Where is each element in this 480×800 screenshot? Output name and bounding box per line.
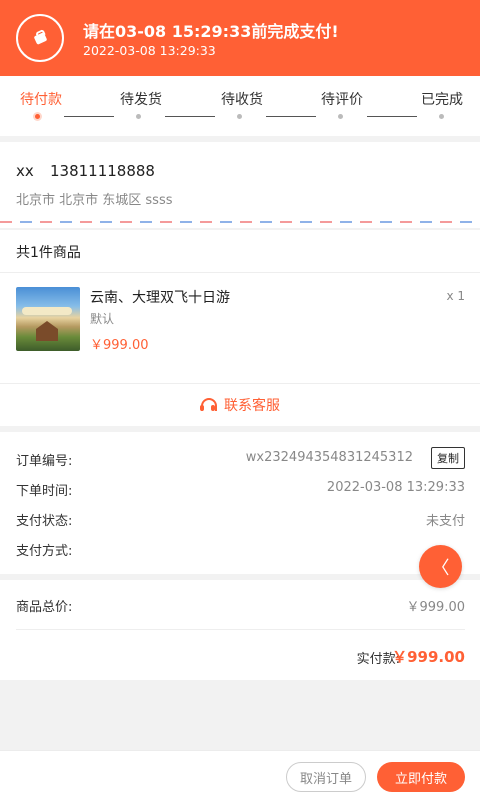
order-number-row: 订单编号: wx232494354831245312 复制 (16, 447, 465, 470)
step-pending-receipt[interactable]: 待收货 (221, 89, 263, 109)
payment-deadline-title: 请在03-08 15:29:33前完成支付! (83, 22, 339, 41)
contact-service-button[interactable]: 联系客服 (0, 384, 480, 426)
goods-card: 共1件商品 云南、大理双飞十日游 默认 ￥999.00 x 1 联系客服 (0, 230, 480, 426)
cancel-order-button[interactable]: 取消订单 (286, 762, 366, 792)
product-quantity: x 1 (446, 289, 465, 303)
product-spec: 默认 (90, 312, 115, 326)
chevron-left-icon: 〈 (431, 557, 450, 579)
product-name[interactable]: 云南、大理双飞十日游 (90, 287, 230, 307)
payment-method-label: 支付方式: (16, 544, 73, 559)
product-price: ￥999.00 (90, 338, 149, 353)
order-number-label: 订单编号: (16, 454, 73, 469)
shipping-address-card[interactable]: xx 13811118888 北京市 北京市 东城区 ssss (0, 142, 480, 228)
contact-service-label: 联系客服 (224, 398, 280, 414)
goods-total-value: ￥999.00 (406, 600, 466, 615)
order-number-value: wx232494354831245312 (245, 450, 413, 465)
pay-now-button[interactable]: 立即付款 (377, 762, 465, 792)
goods-count-heading: 共1件商品 (16, 245, 81, 261)
step-pending-shipment[interactable]: 待发货 (120, 89, 162, 109)
payment-method-row: 支付方式: (16, 540, 465, 560)
step-dot (237, 114, 242, 119)
step-dot (338, 114, 343, 119)
order-time-label: 下单时间: (16, 484, 73, 499)
recipient-address: 北京市 北京市 东城区 ssss (16, 193, 173, 208)
paid-amount-value: ￥999.00 (392, 648, 465, 666)
step-completed[interactable]: 已完成 (421, 89, 463, 109)
order-progress-steps: 待付款 待发货 待收货 待评价 已完成 (0, 76, 480, 136)
step-connector (367, 116, 417, 117)
order-time-value: 2022-03-08 13:29:33 (326, 480, 465, 495)
step-dot (136, 114, 141, 119)
step-connector (64, 116, 114, 117)
payment-status-value: 未支付 (425, 514, 465, 529)
step-pending-payment[interactable]: 待付款 (20, 89, 62, 109)
order-time-subtitle: 2022-03-08 13:29:33 (83, 43, 216, 58)
recipient-name: xx (16, 162, 34, 180)
totals-card: 商品总价: ￥999.00 实付款: ￥999.00 (0, 580, 480, 680)
recipient-phone: 13811118888 (50, 162, 155, 180)
product-thumbnail[interactable] (16, 287, 80, 351)
bottom-action-bar: 取消订单 立即付款 (0, 750, 480, 800)
payment-status-label: 支付状态: (16, 514, 73, 529)
order-time-row: 下单时间: 2022-03-08 13:29:33 (16, 480, 465, 500)
step-dot (439, 114, 444, 119)
wallet-icon (16, 14, 64, 62)
payment-banner: 请在03-08 15:29:33前完成支付! 2022-03-08 13:29:… (0, 0, 480, 76)
step-connector (266, 116, 316, 117)
order-info-card: 订单编号: wx232494354831245312 复制 下单时间: 2022… (0, 432, 480, 574)
divider (16, 629, 465, 630)
copy-button[interactable]: 复制 (431, 447, 465, 469)
step-pending-review[interactable]: 待评价 (321, 89, 363, 109)
step-connector (165, 116, 215, 117)
payment-status-row: 支付状态: 未支付 (16, 510, 465, 530)
floating-back-button[interactable]: 〈 (419, 545, 462, 588)
divider (0, 272, 480, 273)
headset-icon (200, 398, 217, 412)
step-dot-active (35, 114, 40, 119)
address-divider-stripe (0, 221, 480, 223)
goods-total-label: 商品总价: (16, 600, 73, 615)
